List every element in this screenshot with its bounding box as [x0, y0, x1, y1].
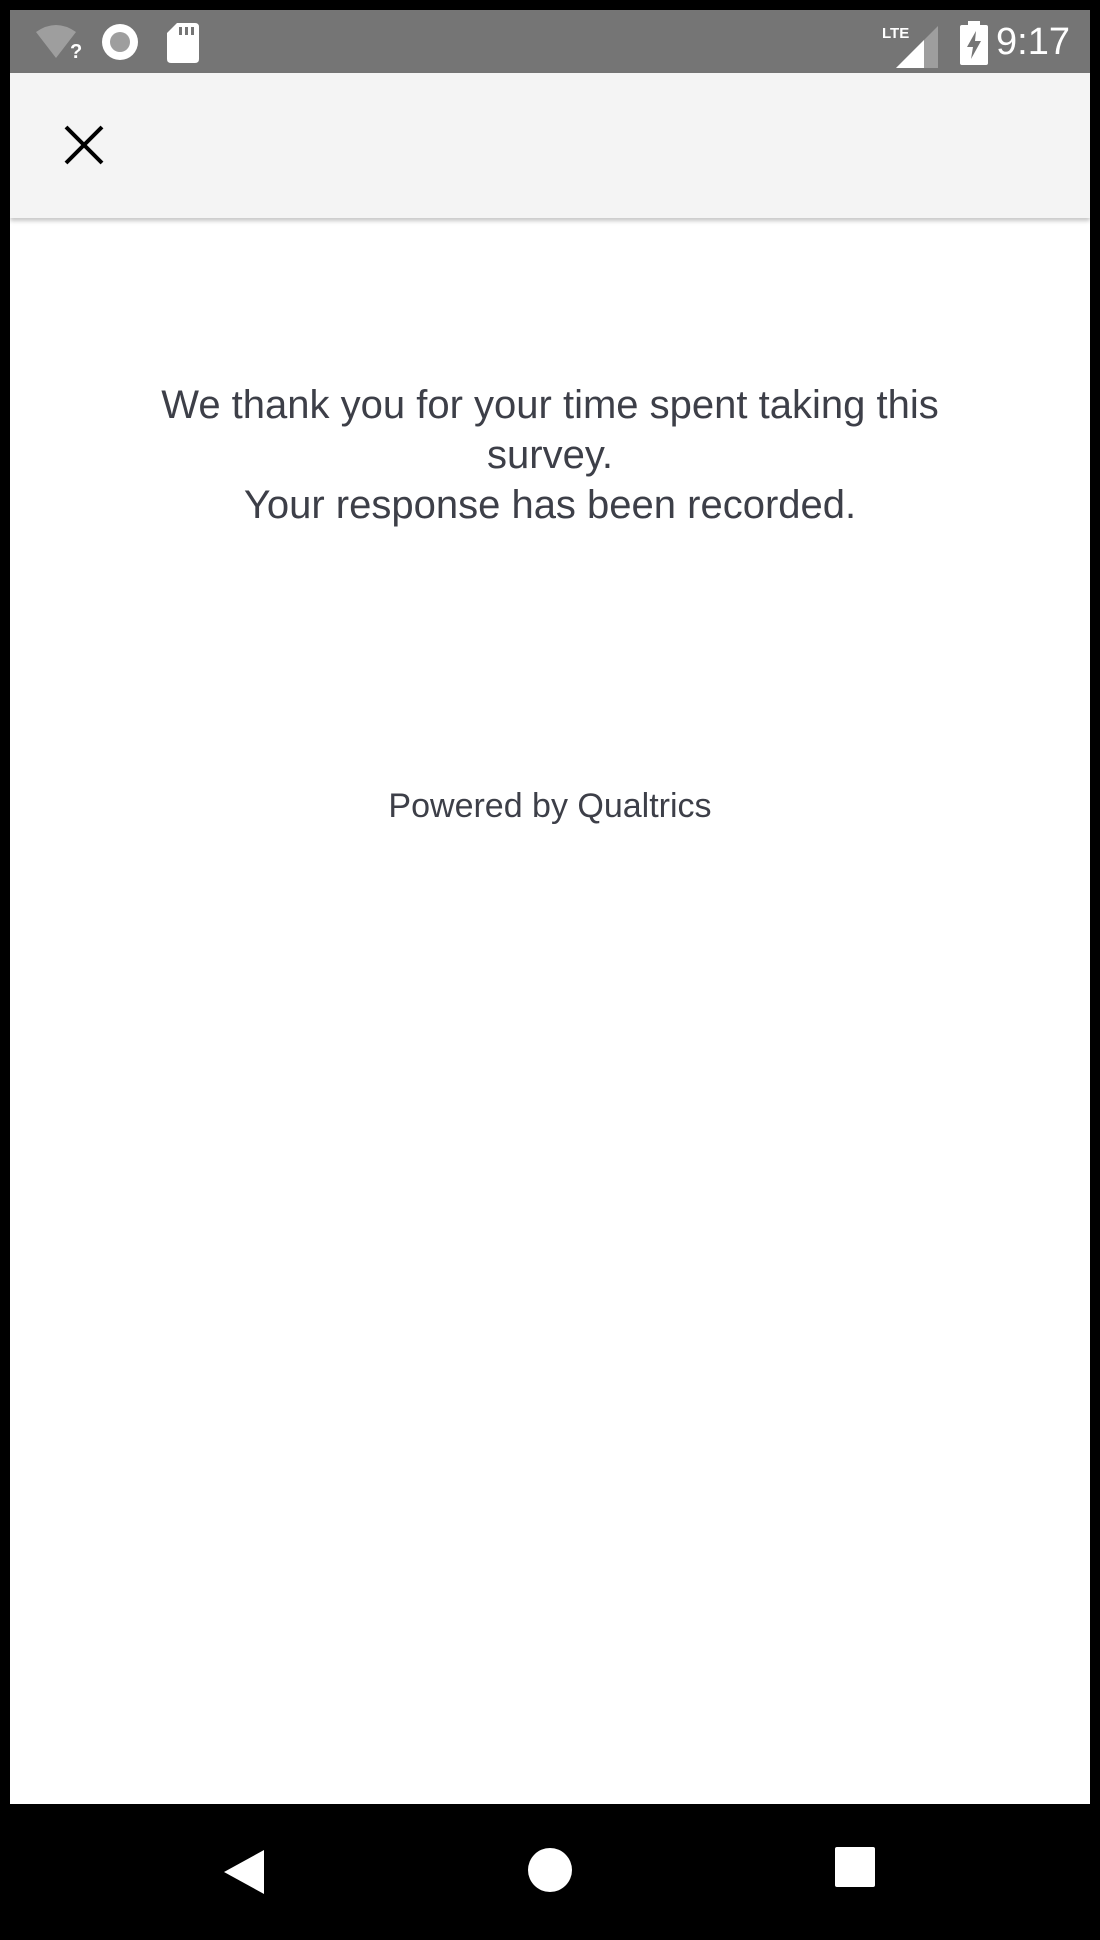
recents-icon: [835, 1847, 875, 1887]
close-button[interactable]: [44, 105, 124, 185]
close-icon: [64, 125, 104, 165]
lte-label: LTE: [882, 25, 909, 42]
wifi-unknown-icon: ?: [34, 22, 86, 63]
home-icon: [528, 1848, 572, 1892]
status-time: 9:17: [996, 21, 1070, 63]
navigation-bar: [0, 1804, 1100, 1940]
recents-button[interactable]: [834, 1846, 876, 1888]
thank-you-line: We thank you for your time spent taking …: [161, 383, 939, 477]
sd-card-icon: [167, 23, 199, 63]
sync-icon: [100, 22, 140, 62]
battery-charging-icon: [960, 21, 988, 65]
survey-end-content: We thank you for your time spent taking …: [10, 218, 1090, 1804]
toolbar: [10, 73, 1090, 218]
powered-by-qualtrics: Powered by Qualtrics: [388, 787, 712, 825]
home-button[interactable]: [526, 1846, 574, 1894]
thank-you-message: We thank you for your time spent taking …: [120, 380, 980, 530]
response-recorded-line: Your response has been recorded.: [243, 483, 857, 527]
svg-text:?: ?: [70, 41, 82, 62]
status-bar: ? LTE 9:17: [10, 10, 1090, 73]
back-icon: [224, 1850, 264, 1894]
back-button[interactable]: [218, 1846, 270, 1898]
app-frame: ? LTE 9:17 We thank you for your time sp…: [10, 10, 1090, 1804]
lte-signal-icon: LTE: [882, 22, 942, 68]
